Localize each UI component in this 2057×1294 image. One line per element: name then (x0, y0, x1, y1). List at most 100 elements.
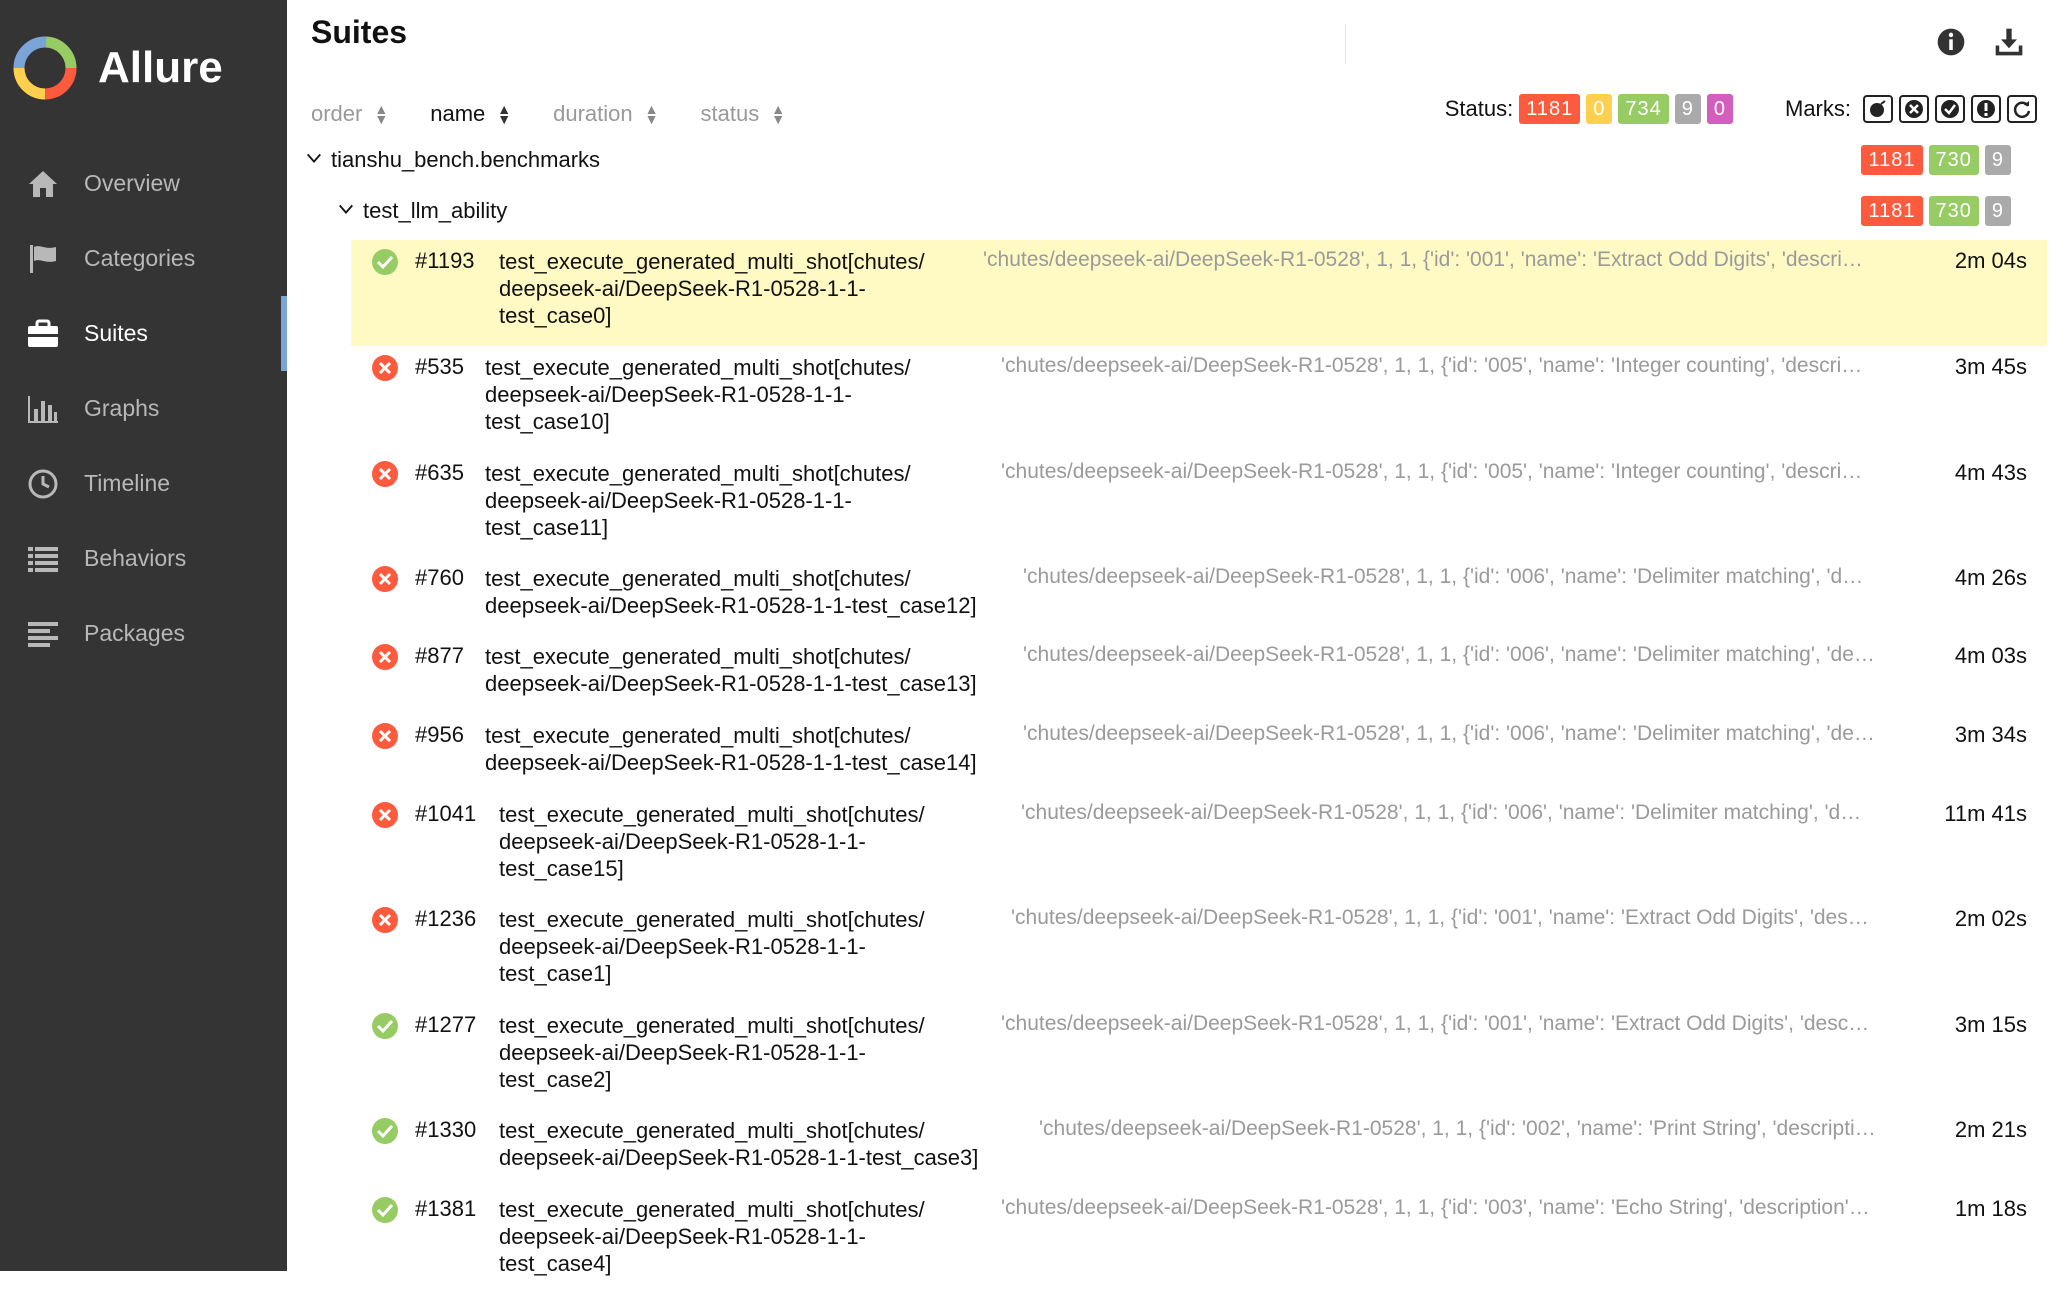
test-duration: 4m 43s (1954, 460, 2027, 485)
main-panel: Suites order ▲ ▼ name ▲ ▼ duration ▲ ▼ stat… (287, 0, 2057, 1276)
test-row[interactable]: #760 test_execute_generated_multi_shot[c… (351, 557, 2047, 635)
subsuite-row[interactable]: test_llm_ability 1181 730 9 (337, 191, 2039, 231)
test-name-line: deepseek-ai/DeepSeek-R1-0528-1-1-test_ca… (485, 671, 977, 696)
counter-passed: 730 (1928, 145, 1979, 175)
test-row[interactable]: #535 test_execute_generated_multi_shot[c… (351, 346, 2047, 452)
counter-passed: 730 (1928, 196, 1979, 226)
status-filter-unknown[interactable]: 0 (1706, 94, 1733, 124)
toolbar (1933, 24, 2027, 60)
test-params: 'chutes/deepseek-ai/DeepSeek-R1-0528', 1… (1001, 354, 1863, 377)
test-name-line: test_execute_generated_multi_shot[chutes… (499, 802, 925, 827)
test-row[interactable]: #635 test_execute_generated_multi_shot[c… (351, 452, 2047, 557)
subsuite-counters: 1181 730 9 (1855, 196, 2011, 226)
test-duration: 3m 45s (1954, 354, 2027, 379)
test-number: #1193 (415, 248, 475, 273)
sort-arrows-icon: ▲ ▼ (374, 101, 389, 127)
allure-logo-icon (13, 36, 77, 100)
test-row[interactable]: #1236 test_execute_generated_multi_shot[… (351, 898, 2047, 1004)
sidebar-item-label: Suites (84, 320, 148, 346)
test-name: test_execute_generated_multi_shot[chutes… (485, 643, 1025, 697)
test-row[interactable]: #1381 test_execute_generated_multi_shot[… (351, 1188, 2047, 1294)
test-number: #1041 (415, 801, 477, 826)
sort-status[interactable]: status ▲ ▼ (701, 101, 786, 127)
list-icon (24, 540, 62, 578)
info-icon[interactable] (1933, 24, 1969, 60)
sidebar: Allure Overview Categories Suites Graphs (0, 0, 287, 1271)
test-row[interactable]: #1041 test_execute_generated_multi_shot[… (351, 793, 2047, 898)
new-failed-mark-icon[interactable] (1899, 95, 1929, 123)
failed-status-icon (371, 722, 399, 750)
sidebar-item-label: Behaviors (84, 545, 187, 571)
test-name-line: test_case2] (499, 1067, 612, 1092)
test-row[interactable]: #1330 test_execute_generated_multi_shot[… (351, 1109, 2047, 1188)
sort-arrows-icon: ▲ ▼ (497, 101, 512, 127)
test-params: 'chutes/deepseek-ai/DeepSeek-R1-0528', 1… (983, 248, 1863, 271)
sort-name[interactable]: name ▲ ▼ (430, 101, 511, 127)
test-duration: 4m 03s (1954, 643, 2027, 668)
test-duration: 2m 02s (1954, 906, 2027, 931)
test-name-line: deepseek-ai/DeepSeek-R1-0528-1-1- (499, 276, 866, 301)
flag-icon (24, 240, 62, 278)
test-number: #956 (415, 722, 464, 747)
test-params: 'chutes/deepseek-ai/DeepSeek-R1-0528', 1… (1023, 722, 1875, 745)
test-number: #1381 (415, 1196, 477, 1221)
sidebar-item-categories[interactable]: Categories (0, 221, 287, 296)
sidebar-item-packages[interactable]: Packages (0, 596, 287, 671)
suite-row[interactable]: tianshu_bench.benchmarks 1181 730 9 (305, 140, 2039, 180)
counter-failed: 1181 (1861, 145, 1923, 175)
status-filter-skipped[interactable]: 9 (1674, 94, 1701, 124)
marks-label: Marks: (1785, 96, 1851, 121)
test-duration: 11m 41s (1944, 801, 2027, 826)
align-left-icon (24, 615, 62, 653)
sidebar-item-graphs[interactable]: Graphs (0, 371, 287, 446)
sort-arrows-icon: ▲ ▼ (644, 101, 659, 127)
sidebar-item-overview[interactable]: Overview (0, 146, 287, 221)
suite-name: tianshu_bench.benchmarks (331, 147, 601, 172)
test-number: #1277 (415, 1012, 477, 1037)
status-filter-passed[interactable]: 734 (1618, 94, 1669, 124)
status-filter-broken[interactable]: 0 (1586, 94, 1613, 124)
sidebar-item-suites[interactable]: Suites (0, 296, 287, 371)
test-row[interactable]: #956 test_execute_generated_multi_shot[c… (351, 714, 2047, 793)
sort-label: order (311, 101, 363, 126)
test-params: 'chutes/deepseek-ai/DeepSeek-R1-0528', 1… (1021, 801, 1862, 824)
test-duration: 3m 34s (1954, 722, 2027, 747)
sidebar-item-label: Graphs (84, 395, 160, 421)
new-passed-mark-icon[interactable] (1935, 95, 1965, 123)
test-name-line: test_case0] (499, 303, 612, 328)
download-icon[interactable] (1991, 24, 2027, 60)
test-name-line: deepseek-ai/DeepSeek-R1-0528-1-1- (499, 829, 866, 854)
test-name-line: deepseek-ai/DeepSeek-R1-0528-1-1- (499, 934, 866, 959)
sidebar-item-timeline[interactable]: Timeline (0, 446, 287, 521)
test-row[interactable]: #1193 test_execute_generated_multi_shot[… (351, 240, 2047, 346)
failed-status-icon (371, 906, 399, 934)
test-name: test_execute_generated_multi_shot[chutes… (485, 722, 1025, 776)
sidebar-item-label: Categories (84, 245, 196, 271)
test-name-line: test_execute_generated_multi_shot[chutes… (499, 249, 925, 274)
test-name-line: test_case1] (499, 961, 612, 986)
test-row[interactable]: #1277 test_execute_generated_multi_shot[… (351, 1004, 2047, 1109)
test-number: #635 (415, 460, 464, 485)
retries-mark-icon[interactable] (2007, 95, 2037, 123)
sidebar-item-behaviors[interactable]: Behaviors (0, 521, 287, 596)
test-row[interactable]: #877 test_execute_generated_multi_shot[c… (351, 635, 2047, 714)
home-icon (24, 165, 62, 203)
sort-duration[interactable]: duration ▲ ▼ (553, 101, 658, 127)
new-broken-mark-icon[interactable] (1971, 95, 2001, 123)
test-number: #1236 (415, 906, 477, 931)
test-params: 'chutes/deepseek-ai/DeepSeek-R1-0528', 1… (1011, 906, 1869, 929)
sidebar-nav: Overview Categories Suites Graphs Timeli… (0, 146, 287, 671)
subsuite-name: test_llm_ability (363, 198, 508, 223)
test-name-line: test_execute_generated_multi_shot[chutes… (485, 566, 911, 591)
test-name-line: test_case10] (485, 409, 610, 434)
flaky-mark-icon[interactable] (1863, 95, 1893, 123)
test-name: test_execute_generated_multi_shot[chutes… (485, 565, 1025, 619)
sort-order[interactable]: order ▲ ▼ (311, 101, 388, 127)
brand[interactable]: Allure (10, 28, 223, 108)
sidebar-item-label: Overview (84, 170, 180, 196)
test-duration: 2m 21s (1954, 1117, 2027, 1142)
chevron-down-icon (337, 198, 357, 224)
status-filter-failed[interactable]: 1181 (1519, 94, 1581, 124)
suite-counters: 1181 730 9 (1855, 145, 2011, 175)
test-name-line: test_execute_generated_multi_shot[chutes… (499, 1013, 925, 1038)
